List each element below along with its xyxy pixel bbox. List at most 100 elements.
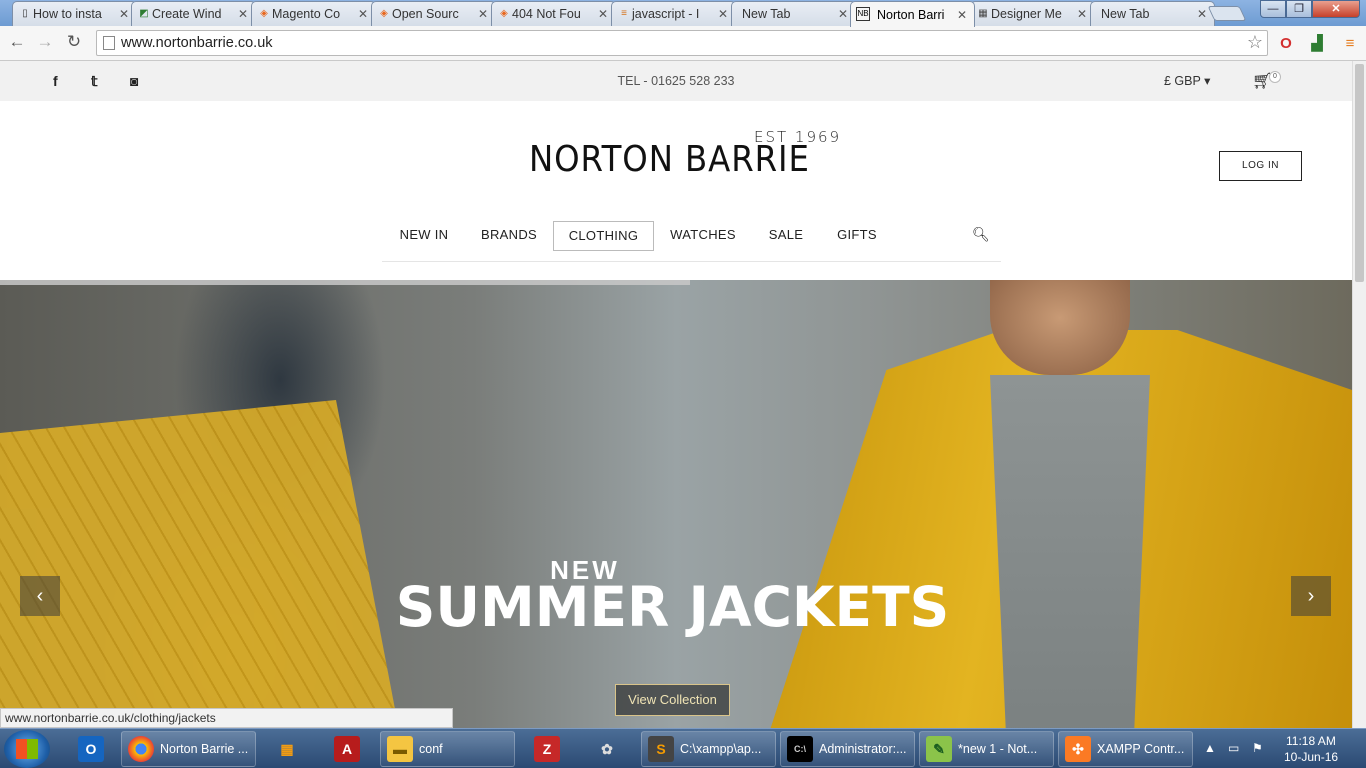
main-nav: NEW IN BRANDS CLOTHING WATCHES SALE GIFT… bbox=[382, 221, 1001, 262]
page-icon: ▯ bbox=[22, 8, 28, 19]
close-icon[interactable]: ✕ bbox=[837, 7, 849, 21]
hero-image-tshirt bbox=[990, 375, 1150, 728]
browser-tab[interactable]: ◈ Magento Co ✕ bbox=[251, 1, 376, 26]
magento-icon: ◈ bbox=[260, 8, 268, 19]
link-status-bubble: www.nortonbarrie.co.uk/clothing/jackets bbox=[0, 708, 453, 728]
site-logo[interactable]: NORTON BARRIE bbox=[529, 139, 810, 180]
tab-title: New Tab bbox=[1101, 7, 1150, 21]
browser-tab[interactable]: ▦ Designer Me ✕ bbox=[970, 1, 1095, 26]
chart-extension-icon[interactable]: ▟ bbox=[1307, 34, 1327, 54]
page-scrollbar[interactable] bbox=[1352, 61, 1366, 728]
taskbar-label: conf bbox=[419, 742, 443, 756]
network-icon[interactable]: ▭ bbox=[1228, 741, 1239, 755]
currency-selector[interactable]: £ GBP ▾ bbox=[1164, 73, 1210, 88]
sublime-icon: S bbox=[648, 736, 674, 762]
hero-title: SUMMER JACKETS bbox=[395, 575, 950, 639]
chrome-icon bbox=[128, 736, 154, 762]
close-icon[interactable]: ✕ bbox=[1196, 7, 1208, 21]
tab-title: javascript - I bbox=[632, 7, 700, 21]
browser-tab[interactable]: New Tab ✕ bbox=[731, 1, 856, 26]
xampp-icon: ✣ bbox=[1065, 736, 1091, 762]
login-button[interactable]: LOG IN bbox=[1219, 151, 1302, 181]
tab-title: Designer Me bbox=[991, 7, 1062, 21]
taskbar-label: Administrator:... bbox=[819, 742, 907, 756]
nav-item-sale[interactable]: SALE bbox=[764, 221, 808, 251]
start-button[interactable] bbox=[4, 730, 50, 768]
system-tray: ▲ ▭ ⚑ 11:18 AM 10-Jun-16 bbox=[1198, 729, 1366, 768]
close-icon[interactable]: ✕ bbox=[956, 8, 968, 22]
stackoverflow-icon: ≡ bbox=[621, 8, 627, 19]
hero-slider: NEW SUMMER JACKETS View Collection ‹ › bbox=[0, 280, 1352, 728]
clock-time[interactable]: 11:18 AM bbox=[1286, 734, 1336, 748]
nav-item-new-in[interactable]: NEW IN bbox=[392, 221, 456, 251]
site-header: EST 1969 NORTON BARRIE LOG IN NEW IN BRA… bbox=[0, 101, 1352, 280]
back-button[interactable]: ← bbox=[6, 31, 28, 53]
star-icon[interactable]: ☆ bbox=[1247, 32, 1263, 53]
browser-tab[interactable]: ≡ javascript - I ✕ bbox=[611, 1, 736, 26]
taskbar-chrome[interactable]: Norton Barrie ... bbox=[121, 731, 256, 767]
taskbar-sublime[interactable]: S C:\xampp\ap... bbox=[641, 731, 776, 767]
reload-button[interactable]: ↻ bbox=[63, 31, 85, 53]
taskbar-acrobat[interactable]: A bbox=[322, 731, 372, 767]
clock-date[interactable]: 10-Jun-16 bbox=[1284, 750, 1338, 764]
search-icon[interactable]: 🔍︎ bbox=[972, 226, 990, 243]
action-center-flag-icon[interactable]: ⚑ bbox=[1252, 741, 1263, 755]
taskbar-cmd[interactable]: C:\ Administrator:... bbox=[780, 731, 915, 767]
browser-tab[interactable]: ▯ How to insta ✕ bbox=[12, 1, 137, 26]
nav-item-gifts[interactable]: GIFTS bbox=[832, 221, 882, 251]
close-icon[interactable]: ✕ bbox=[1076, 7, 1088, 21]
new-tab-button[interactable] bbox=[1207, 6, 1247, 21]
taskbar-filezilla[interactable]: Z bbox=[522, 731, 572, 767]
forward-button[interactable]: → bbox=[34, 31, 56, 53]
outlook-icon: O bbox=[78, 736, 104, 762]
tab-title: Create Wind bbox=[152, 7, 222, 21]
folder-icon: ▬ bbox=[387, 736, 413, 762]
opera-extension-icon[interactable]: O bbox=[1276, 34, 1296, 54]
browser-tab[interactable]: ◩ Create Wind ✕ bbox=[131, 1, 256, 26]
taskbar-apps[interactable]: ▦ bbox=[262, 731, 312, 767]
view-collection-button[interactable]: View Collection bbox=[615, 684, 730, 716]
browser-tab[interactable]: ◈ 404 Not Fou ✕ bbox=[491, 1, 616, 26]
taskbar-xampp[interactable]: ✣ XAMPP Contr... bbox=[1058, 731, 1193, 767]
nav-item-clothing[interactable]: CLOTHING bbox=[553, 221, 654, 251]
taskbar-label: Norton Barrie ... bbox=[160, 742, 249, 756]
close-icon[interactable]: ✕ bbox=[357, 7, 369, 21]
filezilla-icon: Z bbox=[534, 736, 560, 762]
tab-title: Magento Co bbox=[272, 7, 341, 21]
site-topbar: f 𝕥 ◙ TEL - 01625 528 233 £ GBP ▾ 🛒︎ 0 bbox=[0, 61, 1352, 101]
browser-tab[interactable]: ◈ Open Sourc ✕ bbox=[371, 1, 496, 26]
taskbar-gimp[interactable]: ✿ bbox=[582, 731, 632, 767]
close-window-button[interactable]: ✕ bbox=[1312, 0, 1360, 18]
chevron-right-icon[interactable]: › bbox=[1291, 576, 1331, 616]
browser-tab-strip: ▯ How to insta ✕ ◩ Create Wind ✕ ◈ Magen… bbox=[0, 0, 1366, 27]
close-icon[interactable]: ✕ bbox=[597, 7, 609, 21]
close-icon[interactable]: ✕ bbox=[237, 7, 249, 21]
browser-toolbar: ← → ↻ www.nortonbarrie.co.uk ☆ O ▟ ≡ bbox=[0, 26, 1366, 61]
show-hidden-icons-icon[interactable]: ▲ bbox=[1204, 741, 1216, 755]
maximize-button[interactable]: ❐ bbox=[1286, 0, 1312, 18]
tab-title: 404 Not Fou bbox=[512, 7, 581, 21]
telephone-number: TEL - 01625 528 233 bbox=[617, 74, 735, 88]
browser-tab-active[interactable]: NB Norton Barri ✕ bbox=[850, 1, 975, 27]
scrollbar-thumb[interactable] bbox=[1355, 64, 1364, 282]
close-icon[interactable]: ✕ bbox=[118, 7, 130, 21]
close-icon[interactable]: ✕ bbox=[717, 7, 729, 21]
acrobat-icon: A bbox=[334, 736, 360, 762]
taskbar-outlook[interactable]: O bbox=[66, 731, 116, 767]
windows-logo-icon bbox=[16, 739, 38, 759]
taskbar-folder[interactable]: ▬ conf bbox=[380, 731, 515, 767]
page-icon bbox=[103, 36, 115, 50]
chevron-left-icon[interactable]: ‹ bbox=[20, 576, 60, 616]
address-bar[interactable]: www.nortonbarrie.co.uk ☆ bbox=[96, 30, 1268, 56]
menu-icon[interactable]: ≡ bbox=[1340, 34, 1360, 54]
nav-item-watches[interactable]: WATCHES bbox=[665, 221, 741, 251]
magento-icon: ◈ bbox=[500, 8, 508, 19]
tab-title: How to insta bbox=[33, 7, 102, 21]
close-icon[interactable]: ✕ bbox=[477, 7, 489, 21]
minimize-button[interactable]: — bbox=[1260, 0, 1286, 18]
taskbar-notepadpp[interactable]: ✎ *new 1 - Not... bbox=[919, 731, 1054, 767]
tab-title: New Tab bbox=[742, 7, 791, 21]
url-text: www.nortonbarrie.co.uk bbox=[121, 35, 273, 51]
nav-item-brands[interactable]: BRANDS bbox=[474, 221, 544, 251]
browser-tab[interactable]: New Tab ✕ bbox=[1090, 1, 1215, 26]
